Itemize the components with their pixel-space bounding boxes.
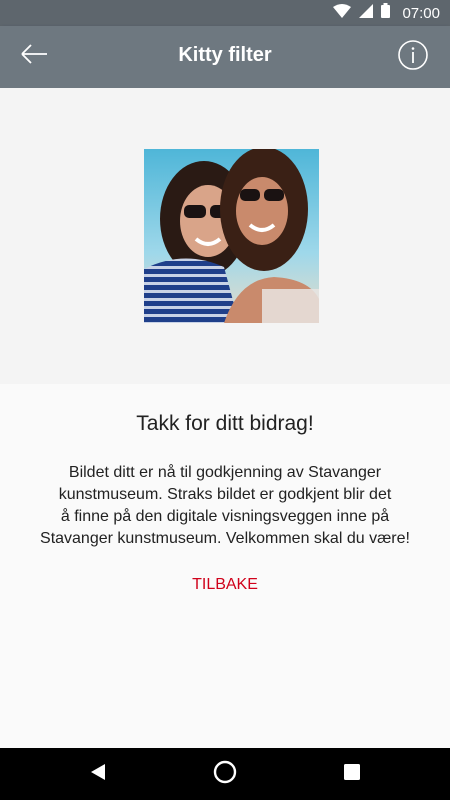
confirmation-heading: Takk for ditt bidrag! bbox=[136, 412, 314, 435]
system-nav-bar bbox=[0, 748, 450, 800]
square-recents-icon bbox=[343, 763, 361, 786]
confirmation-panel: Takk for ditt bidrag! Bildet ditt er nå … bbox=[0, 384, 450, 748]
page-title: Kitty filter bbox=[178, 44, 272, 66]
confirmation-text: Bildet ditt er nå til godkjenning av Sta… bbox=[40, 464, 410, 547]
battery-icon bbox=[381, 3, 391, 23]
app-toolbar: Kitty filter bbox=[0, 26, 450, 88]
info-icon bbox=[397, 39, 429, 76]
triangle-back-icon bbox=[89, 763, 107, 786]
photo-area bbox=[0, 88, 450, 384]
cell-signal-icon bbox=[359, 3, 374, 23]
nav-home-button[interactable] bbox=[213, 760, 237, 789]
tilbake-button[interactable]: TILBAKE bbox=[175, 572, 275, 598]
clock: 07:00 bbox=[402, 4, 440, 22]
submitted-photo bbox=[144, 149, 319, 323]
status-bar: 07:00 bbox=[0, 0, 450, 26]
nav-recents-button[interactable] bbox=[340, 762, 364, 786]
wifi-icon bbox=[333, 3, 352, 23]
nav-back-button[interactable] bbox=[86, 762, 110, 786]
info-button[interactable] bbox=[396, 39, 430, 76]
circle-home-icon bbox=[213, 760, 237, 789]
